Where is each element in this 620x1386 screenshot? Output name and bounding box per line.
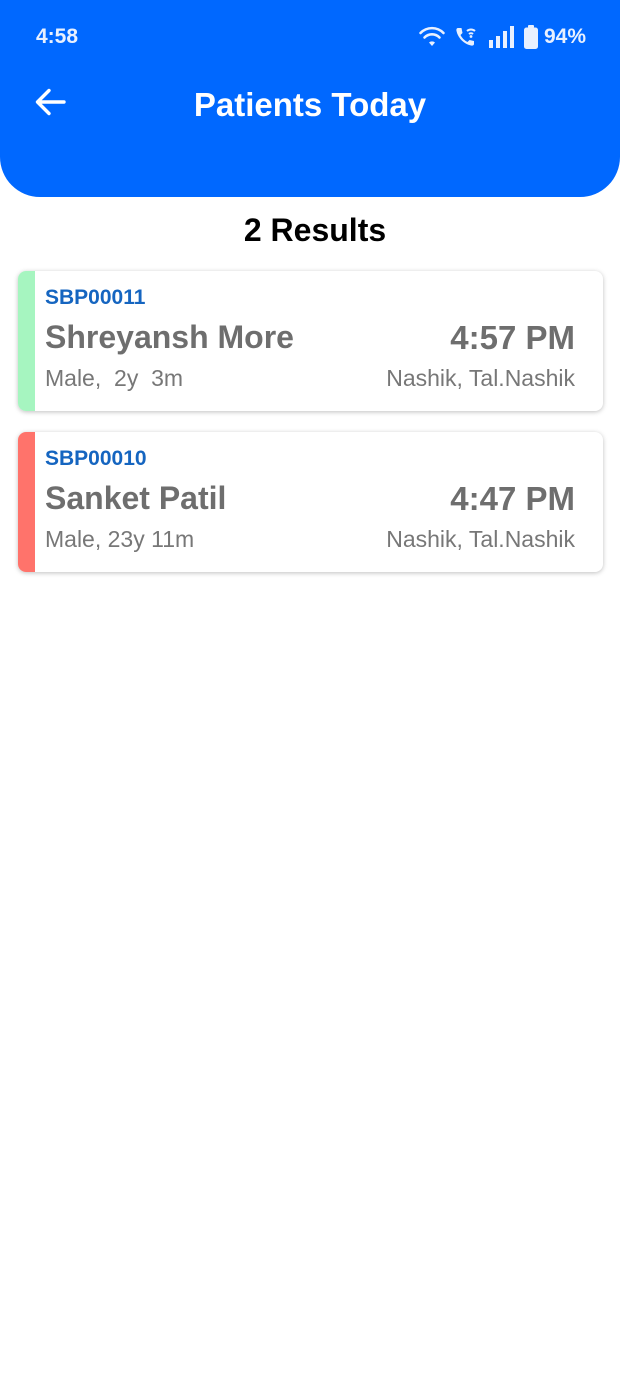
page-title: Patients Today: [193, 86, 427, 123]
patient-location: Nashik, Tal.Nashik: [386, 526, 575, 552]
patient-time: 4:47 PM: [450, 480, 575, 517]
patient-gender-age: Male, 23y 11m: [45, 526, 195, 552]
patient-card[interactable]: SBP00010 Sanket Patil 4:47 PM Male, 23y …: [18, 432, 603, 572]
battery-icon: [523, 25, 538, 49]
wifi-icon: [418, 26, 446, 48]
status-icons: 94%: [418, 24, 586, 50]
patient-id: SBP00010: [45, 447, 147, 470]
patient-name: Sanket Patil: [45, 480, 227, 516]
patient-status-stripe: [18, 432, 35, 572]
patient-time: 4:57 PM: [450, 319, 575, 356]
patient-status-stripe: [18, 271, 35, 411]
patient-name: Shreyansh More: [45, 319, 294, 355]
status-bar: 4:58 94%: [0, 0, 620, 74]
status-time: 4:58: [36, 25, 79, 48]
results-count: 2 Results: [243, 212, 387, 248]
wifi-calling-icon: [454, 25, 480, 49]
app-header: 4:58 94% Patients Today: [0, 0, 620, 197]
patient-gender-age: Male, 2y 3m: [45, 365, 184, 391]
battery-percent: 94%: [543, 25, 586, 48]
patient-location: Nashik, Tal.Nashik: [386, 365, 575, 391]
signal-icon: [488, 26, 516, 48]
patient-id: SBP00011: [45, 286, 146, 309]
patient-card[interactable]: SBP00011 Shreyansh More 4:57 PM Male, 2y…: [18, 271, 603, 411]
